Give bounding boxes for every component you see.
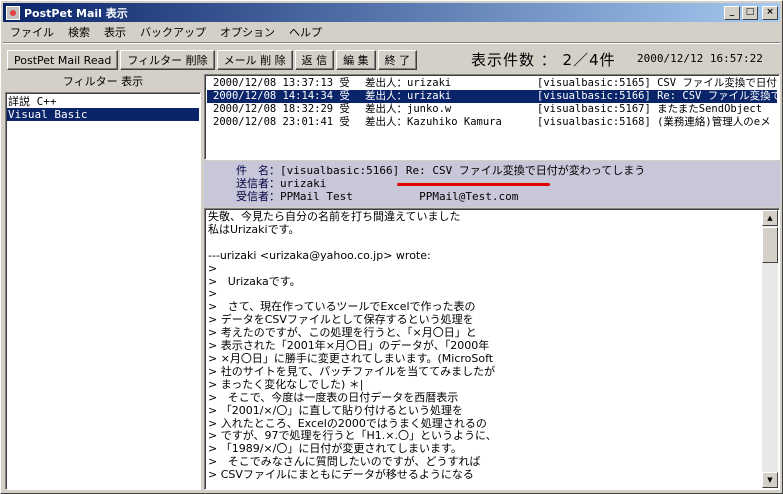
filter-item[interactable]: 詳説 C++ — [7, 95, 199, 108]
body-line: > — [208, 261, 218, 275]
menu-options[interactable]: オプション — [213, 24, 282, 40]
subject-label: 件 名： — [236, 164, 280, 177]
menu-search[interactable]: 検索 — [61, 24, 97, 40]
exit-button[interactable]: 終 了 — [377, 50, 418, 70]
message-list[interactable]: 2000/12/08 13:37:13 受 差出人：urizaki [visua… — [204, 74, 780, 160]
menu-bar: ファイル 検索 表示 バックアップ オプション ヘルプ — [3, 23, 329, 41]
delete-filter-button[interactable]: フィルター 削除 — [120, 50, 215, 70]
scroll-down-arrow-icon[interactable]: ▼ — [762, 472, 778, 488]
menu-backup[interactable]: バックアップ — [133, 24, 213, 40]
filter-list[interactable]: 詳説 C++ Visual Basic — [5, 92, 201, 490]
display-count: 表示件数 ： 2／4件 — [471, 51, 616, 69]
window-title: PostPet Mail 表示 — [24, 6, 128, 20]
recipient-value: PPMail Test PPMail@Test.com — [280, 190, 519, 203]
postpet-mail-read-button[interactable]: PostPet Mail Read — [7, 50, 119, 70]
message-row[interactable]: 2000/12/08 18:32:29 受 差出人：junko.w [visua… — [207, 103, 777, 116]
toolbar: PostPet Mail Read フィルター 削除 メール 削 除 返 信 編… — [7, 48, 419, 72]
body-line: > まったく変化なしでした) ＊| — [208, 377, 364, 391]
message-body-text[interactable]: 失敬、今見たら自分の名前を打ち間違えていました 私はUrizakiです。 ---u… — [208, 210, 760, 482]
edit-button[interactable]: 編 集 — [336, 50, 376, 70]
filter-item-selected[interactable]: Visual Basic — [7, 108, 199, 121]
main-window: PostPet Mail 表示 _ □ × ファイル 検索 表示 バックアップ … — [0, 0, 783, 494]
scroll-thumb[interactable] — [762, 227, 778, 263]
scroll-up-arrow-icon[interactable]: ▲ — [762, 210, 778, 226]
menu-file[interactable]: ファイル — [3, 24, 61, 40]
message-date: 2000/12/08 14:14:34 受 — [213, 90, 350, 102]
maximize-button[interactable]: □ — [742, 5, 758, 20]
body-line: > CSVファイルにまともにデータが移せるようになる — [208, 468, 474, 482]
body-line — [208, 237, 760, 250]
message-sender: 差出人：Kazuhiko Kamura — [365, 116, 502, 128]
body-line: > 「2001/×/〇」に直して貼り付けるという処理を — [208, 403, 464, 417]
subject-value: [visualbasic:5166] Re: CSV ファイル変換で日付が変わっ… — [280, 164, 646, 177]
redaction-line — [397, 183, 550, 186]
message-subject: [visualbasic:5166] Re: CSV ファイル変換で — [537, 90, 777, 102]
message-subject: [visualbasic:5165] CSV ファイル変換で日付が — [537, 77, 777, 89]
body-line: > 社のサイトを見て、パッチファイルを当ててみましたが — [208, 364, 496, 378]
vertical-scrollbar[interactable]: ▲ ▼ — [762, 210, 778, 488]
close-button[interactable]: × — [762, 5, 778, 20]
menu-help[interactable]: ヘルプ — [282, 24, 329, 40]
body-line: ---urizaki <urizaka@yahoo.co.jp> wrote: — [208, 248, 431, 262]
message-subject: [visualbasic:5168] (業務連絡)管理人のeメ — [537, 116, 771, 128]
current-datetime: 2000/12/12 16:57:22 — [637, 52, 763, 65]
message-sender: 差出人：urizaki — [365, 77, 452, 89]
message-subject: [visualbasic:5167] またまたSendObject — [537, 103, 763, 115]
title-bar[interactable]: PostPet Mail 表示 _ □ × — [3, 3, 780, 22]
message-sender: 差出人：junko.w — [365, 103, 452, 115]
menu-view[interactable]: 表示 — [97, 24, 133, 40]
filter-panel-header: フィルター 表示 — [62, 75, 144, 88]
body-line: 失敬、今見たら自分の名前を打ち間違えていました — [208, 210, 461, 223]
sender-label: 送信者： — [236, 177, 280, 190]
recipient-row: 受信者： PPMail Test PPMail@Test.com — [222, 190, 780, 203]
message-row[interactable]: 2000/12/08 23:01:41 受 差出人：Kazuhiko Kamur… — [207, 116, 777, 129]
sender-value: urizaki — [280, 177, 327, 190]
subject-row: 件 名： [visualbasic:5166] Re: CSV ファイル変換で日… — [222, 164, 780, 177]
minimize-button[interactable]: _ — [724, 5, 740, 20]
message-sender: 差出人：urizaki — [365, 90, 452, 102]
menu-separator — [3, 42, 780, 44]
message-row-selected[interactable]: 2000/12/08 14:14:34 受 差出人：urizaki [visua… — [207, 90, 777, 103]
message-row[interactable]: 2000/12/08 13:37:13 受 差出人：urizaki [visua… — [207, 77, 777, 90]
message-date: 2000/12/08 18:32:29 受 — [213, 103, 350, 115]
delete-mail-button[interactable]: メール 削 除 — [216, 50, 293, 70]
body-line: > ×月〇日」に勝手に変更されてしまいます。(MicroSoft — [208, 351, 494, 365]
reply-button[interactable]: 返 信 — [294, 50, 335, 70]
body-line: > そこで、今度は一度表の日付データを西暦表示 — [208, 390, 459, 404]
message-date: 2000/12/08 13:37:13 受 — [213, 77, 350, 89]
body-line: 私はUrizakiです。 — [208, 222, 300, 236]
postpet-app-icon[interactable] — [6, 5, 20, 20]
message-body-pane[interactable]: 失敬、今見たら自分の名前を打ち間違えていました 私はUrizakiです。 ---u… — [204, 208, 780, 490]
recipient-label: 受信者： — [236, 190, 280, 203]
message-date: 2000/12/08 23:01:41 受 — [213, 116, 350, 128]
body-line: > Urizakaです。 — [208, 274, 301, 288]
